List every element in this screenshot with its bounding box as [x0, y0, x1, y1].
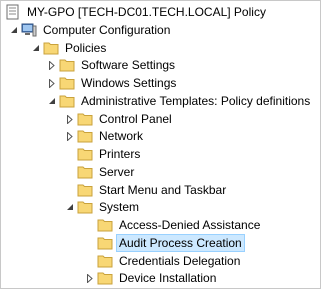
tree-item-label: Audit Process Creation — [116, 234, 245, 252]
collapsed-arrow-icon[interactable] — [85, 272, 94, 284]
tree-item-server[interactable]: Server — [65, 163, 136, 181]
tree-item-gpo-root[interactable]: MY-GPO [TECH-DC01.TECH.LOCAL] Policy — [5, 3, 268, 21]
tree-item-label: MY-GPO [TECH-DC01.TECH.LOCAL] Policy — [27, 5, 266, 19]
tree-item-label: Start Menu and Taskbar — [99, 183, 227, 197]
tree-item-start-menu-and-taskbar[interactable]: Start Menu and Taskbar — [65, 181, 228, 199]
tree-item-label: Control Panel — [99, 112, 172, 126]
tree-item-administrative-templates[interactable]: Administrative Templates: Policy definit… — [47, 92, 312, 110]
tree-item-computer-configuration[interactable]: Computer Configuration — [9, 21, 172, 39]
folder-icon — [77, 112, 93, 126]
folder-icon — [77, 147, 93, 161]
expanded-arrow-icon[interactable] — [47, 95, 56, 107]
expanded-arrow-icon[interactable] — [31, 42, 40, 54]
collapsed-arrow-icon[interactable] — [47, 77, 56, 89]
folder-icon — [97, 254, 113, 268]
tree-item-control-panel[interactable]: Control Panel — [65, 110, 174, 128]
tree-item-label: Computer Configuration — [43, 23, 171, 37]
folder-icon — [59, 58, 75, 72]
tree-item-label: Access-Denied Assistance — [119, 218, 261, 232]
tree-item-device-installation[interactable]: Device Installation — [85, 269, 218, 287]
tree-item-network[interactable]: Network — [65, 127, 145, 145]
tree-item-software-settings[interactable]: Software Settings — [47, 56, 177, 74]
tree-item-label: Policies — [65, 41, 107, 55]
tree-item-label: Server — [99, 165, 135, 179]
expanded-arrow-icon[interactable] — [9, 24, 18, 36]
tree-item-label: Credentials Delegation — [119, 254, 241, 268]
tree-item-label: Administrative Templates: Policy definit… — [81, 94, 311, 108]
gpo-tree-view: MY-GPO [TECH-DC01.TECH.LOCAL] Policy Com… — [0, 0, 321, 289]
folder-icon — [59, 94, 75, 108]
collapsed-arrow-icon[interactable] — [65, 130, 74, 142]
tree-item-credentials-delegation[interactable]: Credentials Delegation — [85, 252, 242, 270]
tree-item-access-denied-assistance[interactable]: Access-Denied Assistance — [85, 216, 262, 234]
folder-icon — [77, 200, 93, 214]
folder-icon — [77, 165, 93, 179]
folder-icon — [97, 271, 113, 285]
tree-item-label: System — [99, 200, 140, 214]
tree-item-label: Printers — [99, 147, 141, 161]
tree-item-windows-settings[interactable]: Windows Settings — [47, 74, 178, 92]
tree-item-policies[interactable]: Policies — [31, 39, 108, 57]
folder-icon — [77, 129, 93, 143]
tree-item-audit-process-creation[interactable]: Audit Process Creation — [85, 234, 245, 252]
folder-icon — [59, 76, 75, 90]
tree-item-label: Windows Settings — [81, 76, 177, 90]
computer-icon — [21, 22, 37, 38]
folder-icon — [97, 236, 113, 250]
folder-icon — [77, 183, 93, 197]
folder-icon — [97, 218, 113, 232]
collapsed-arrow-icon[interactable] — [47, 59, 56, 71]
policy-document-icon — [5, 4, 21, 20]
tree-item-system[interactable]: System — [65, 198, 141, 216]
collapsed-arrow-icon[interactable] — [65, 113, 74, 125]
expanded-arrow-icon[interactable] — [65, 201, 74, 213]
tree-item-label: Software Settings — [81, 58, 176, 72]
folder-icon — [43, 41, 59, 55]
tree-item-printers[interactable]: Printers — [65, 145, 142, 163]
tree-item-label: Device Installation — [119, 271, 217, 285]
tree-item-label: Network — [99, 129, 144, 143]
